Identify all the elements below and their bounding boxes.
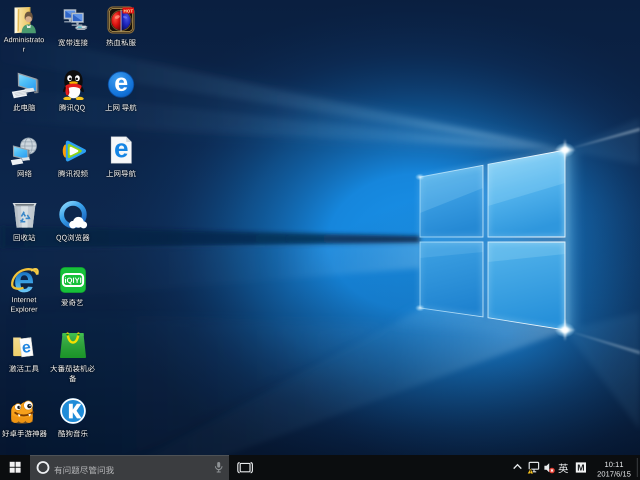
svg-text:HOT: HOT [123, 8, 133, 13]
